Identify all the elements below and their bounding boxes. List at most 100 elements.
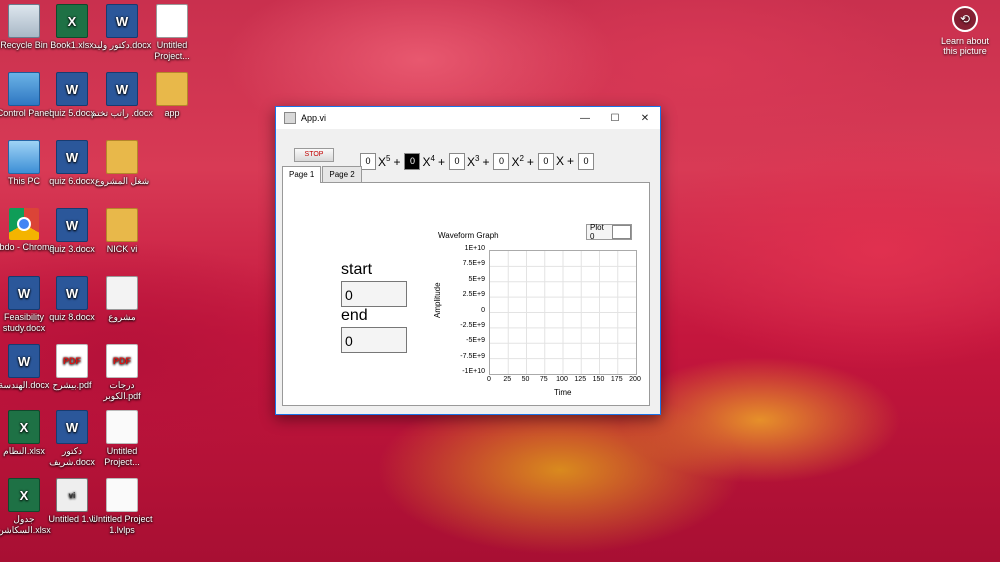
polynomial-term: X + <box>556 154 574 168</box>
pdf-file-icon: PDF <box>106 344 138 378</box>
x-tick-label: 125 <box>574 376 587 383</box>
word-file-icon: W <box>56 72 88 106</box>
desktop-icon[interactable]: Untitled Project... <box>90 410 154 468</box>
end-input[interactable]: 0 <box>341 327 407 353</box>
term-variable: X <box>466 154 475 169</box>
legend-label: Plot 0 <box>590 223 604 241</box>
app-window: App.vi — ☐ ✕ STOP 0 X5 +0 X4 +0 X3 +0 X2 +0 X +0 P… <box>275 106 661 415</box>
nb-file-icon <box>156 4 188 38</box>
desktop-icon[interactable]: مشروع <box>90 276 154 323</box>
plus-sign: + <box>437 154 445 169</box>
word-file-icon: W <box>56 276 88 310</box>
x-tick-label: 200 <box>629 376 641 383</box>
close-button[interactable]: ✕ <box>630 107 660 129</box>
app-icon <box>284 112 296 124</box>
y-axis-label: Amplitude <box>433 282 442 318</box>
plus-sign: + <box>482 154 490 169</box>
term-power: 5 <box>386 153 391 163</box>
plus-sign: + <box>526 154 534 169</box>
desktop-icon[interactable]: NICK vi <box>90 208 154 255</box>
y-tick-label: 2.5E+9 <box>462 291 485 299</box>
y-tick-label: -1E+10 <box>462 368 485 375</box>
desktop-icon-label: NICK vi <box>106 244 138 254</box>
polynomial-term: X4 + <box>422 154 444 169</box>
learn-about-picture[interactable]: ⟲ Learn about this picture <box>940 6 990 56</box>
y-tick-label: 7.5E+9 <box>462 260 485 268</box>
tab-panel: start 0 end 0 Waveform Graph Plot 0 Ampl… <box>282 182 650 406</box>
learn-label: Learn about this picture <box>940 36 990 56</box>
tab-page-1[interactable]: Page 1 <box>282 166 322 183</box>
line-style-icon <box>612 225 631 239</box>
folder-file-icon <box>156 72 188 106</box>
word-file-icon: W <box>106 4 138 38</box>
minimize-button[interactable]: — <box>570 107 600 129</box>
stop-button[interactable]: STOP <box>294 148 334 162</box>
x-tick-label: 50 <box>521 376 530 383</box>
pdf-file-icon: PDF <box>56 344 88 378</box>
plot-legend[interactable]: Plot 0 <box>586 223 632 241</box>
desktop-icon-label: درجات الكوبر.pdf <box>103 380 141 401</box>
desktop-icon[interactable]: PDF درجات الكوبر.pdf <box>90 344 154 402</box>
desktop-icon-label: شغل المشروع <box>94 176 150 186</box>
desktop-icon-label: مشروع <box>108 312 136 322</box>
plus-sign: + <box>566 154 574 168</box>
cpanel-file-icon <box>8 72 40 106</box>
graph-title: Waveform Graph <box>438 231 499 240</box>
maximize-button[interactable]: ☐ <box>600 107 630 129</box>
bin-file-icon <box>8 4 40 38</box>
coefficient-input[interactable]: 0 <box>448 152 465 170</box>
excel-file-icon: X <box>56 4 88 38</box>
polynomial-term: X2 + <box>511 154 533 169</box>
term-power: 2 <box>519 153 524 163</box>
word-file-icon: W <box>56 140 88 174</box>
y-tick-label: 1E+10 <box>464 245 485 252</box>
desktop-icon-label: app <box>164 108 180 118</box>
word-file-icon: W <box>8 276 40 310</box>
blank-file-icon <box>106 410 138 444</box>
start-label: start <box>341 261 373 278</box>
desktop-icon[interactable]: Untitled Project 1.lvlps <box>90 478 154 536</box>
y-tick-label: -5E+9 <box>466 337 485 345</box>
excel-file-icon: X <box>8 478 40 512</box>
desktop-icon[interactable]: app <box>140 72 204 119</box>
folder-file-icon <box>106 208 138 242</box>
coefficient-input[interactable]: 0 <box>493 152 510 170</box>
x-tick-label: 175 <box>610 376 623 383</box>
term-variable: X <box>422 154 431 169</box>
word-file-icon: W <box>8 344 40 378</box>
pc-file-icon <box>8 140 40 174</box>
title-bar[interactable]: App.vi — ☐ ✕ <box>276 107 660 129</box>
coefficient-input[interactable]: 0 <box>404 152 421 170</box>
x-tick-label: 25 <box>503 376 512 383</box>
excel-file-icon: X <box>8 410 40 444</box>
term-power: 3 <box>474 153 480 163</box>
vi-file-icon: vi <box>56 478 88 512</box>
desktop-icon-label: Untitled Project 1.lvlps <box>91 514 153 535</box>
x-tick-label: 150 <box>592 376 605 383</box>
image-file-icon <box>106 276 138 310</box>
x-tick-label: 75 <box>539 376 548 383</box>
camera-icon: ⟲ <box>952 6 978 32</box>
coefficient-input[interactable]: 0 <box>577 152 594 170</box>
term-variable: X <box>378 154 387 169</box>
coefficient-input[interactable]: 0 <box>537 152 554 170</box>
desktop-icon[interactable]: Untitled Project... <box>140 4 204 62</box>
desktop-icon-label: Untitled Project... <box>104 446 140 467</box>
waveform-plot-area[interactable] <box>489 250 637 375</box>
y-tick-label: 5E+9 <box>468 275 485 283</box>
folder-file-icon <box>106 140 138 174</box>
end-label: end <box>341 307 368 324</box>
word-file-icon: W <box>106 72 138 106</box>
word-file-icon: W <box>56 208 88 242</box>
plot-grid <box>490 251 636 374</box>
tab-page-2[interactable]: Page 2 <box>322 166 362 182</box>
start-input[interactable]: 0 <box>341 281 407 307</box>
desktop-icon-label: Untitled Project... <box>154 40 190 61</box>
polynomial-coefficients: 0 X5 +0 X4 +0 X3 +0 X2 +0 X +0 <box>360 152 596 170</box>
x-tick-label: 100 <box>556 376 568 383</box>
term-variable: X <box>555 154 564 168</box>
desktop-icon[interactable]: شغل المشروع <box>90 140 154 187</box>
y-tick-label: 0 <box>481 306 485 314</box>
term-power: 4 <box>430 153 435 163</box>
blank-file-icon <box>106 478 138 512</box>
